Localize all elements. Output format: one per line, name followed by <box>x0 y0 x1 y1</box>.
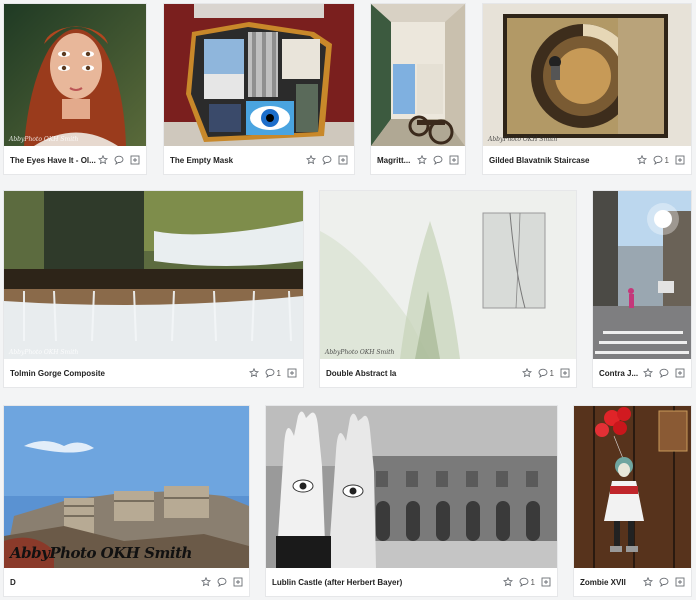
photo-card[interactable]: AbbyPhoto OKH Smith Gilded Blavatnik Sta… <box>483 4 691 174</box>
photo-title[interactable]: Contra J... <box>593 369 643 378</box>
star-icon[interactable] <box>417 155 427 165</box>
comment-button[interactable]: 1 <box>519 577 535 587</box>
photo-caption: Gilded Blavatnik Staircase 1 <box>483 146 691 174</box>
comment-bubble-icon[interactable] <box>322 155 332 165</box>
photo-caption: Zombie XVII <box>574 568 691 596</box>
comment-button[interactable]: 1 <box>653 155 669 165</box>
star-icon[interactable] <box>502 577 513 587</box>
photo-title[interactable]: The Eyes Have It - Ol... <box>4 156 98 165</box>
comment-count: 1 <box>549 368 554 378</box>
comment-bubble-icon <box>519 577 528 587</box>
comment-bubble-icon[interactable] <box>659 577 669 587</box>
photo-watermark: AbbyPhoto OKH Smith <box>325 349 395 356</box>
comment-bubble-icon <box>538 368 547 378</box>
star-icon[interactable] <box>521 368 532 378</box>
photo-title[interactable]: Gilded Blavatnik Staircase <box>483 156 637 165</box>
photo-card[interactable]: The Empty Mask <box>164 4 354 174</box>
add-to-gallery-icon[interactable] <box>675 155 685 165</box>
photo-thumbnail[interactable] <box>266 406 557 568</box>
add-to-gallery-icon[interactable] <box>287 368 297 378</box>
photo-thumbnail[interactable] <box>164 4 354 146</box>
photo-thumbnail[interactable]: AbbyPhoto OKH Smith <box>320 191 576 359</box>
add-to-gallery-icon[interactable] <box>541 577 551 587</box>
photo-card[interactable]: Contra J... <box>593 191 691 387</box>
add-to-gallery-icon[interactable] <box>130 155 140 165</box>
photo-caption: Contra J... <box>593 359 691 387</box>
photo-caption: D <box>4 568 249 596</box>
photo-thumbnail[interactable]: AbbyPhoto OKH Smith <box>483 4 691 146</box>
photo-caption: Double Abstract Ia 1 <box>320 359 576 387</box>
add-to-gallery-icon[interactable] <box>338 155 348 165</box>
add-to-gallery-icon[interactable] <box>233 577 243 587</box>
star-icon[interactable] <box>201 577 211 587</box>
comment-button[interactable]: 1 <box>265 368 281 378</box>
photo-title[interactable]: Lublin Castle (after Herbert Bayer) <box>266 578 503 587</box>
photo-watermark: AbbyPhoto OKH Smith <box>9 136 79 143</box>
star-icon[interactable] <box>643 368 653 378</box>
photo-thumbnail[interactable]: AbbyPhoto OKH Smith <box>4 406 249 568</box>
photo-title[interactable]: D <box>4 578 201 587</box>
photo-thumbnail[interactable]: AbbyPhoto OKH Smith <box>4 191 303 359</box>
photo-title[interactable]: The Empty Mask <box>164 156 306 165</box>
photo-card[interactable]: AbbyPhoto OKH Smith D <box>4 406 249 596</box>
comment-bubble-icon[interactable] <box>433 155 443 165</box>
star-icon[interactable] <box>98 155 108 165</box>
photo-caption: Tolmin Gorge Composite 1 <box>4 359 303 387</box>
photo-thumbnail[interactable]: AbbyPhoto OKH Smith <box>4 4 146 146</box>
comment-button[interactable]: 1 <box>538 368 554 378</box>
photo-caption: Lublin Castle (after Herbert Bayer) 1 <box>266 568 557 596</box>
star-icon[interactable] <box>306 155 316 165</box>
photo-caption: The Eyes Have It - Ol... <box>4 146 146 174</box>
comment-bubble-icon[interactable] <box>114 155 124 165</box>
star-icon[interactable] <box>636 155 647 165</box>
photo-thumbnail[interactable] <box>574 406 691 568</box>
photo-card[interactable]: Magritt... <box>371 4 465 174</box>
photo-title[interactable]: Double Abstract Ia <box>320 369 522 378</box>
comment-bubble-icon[interactable] <box>217 577 227 587</box>
add-to-gallery-icon[interactable] <box>560 368 570 378</box>
photo-title[interactable]: Tolmin Gorge Composite <box>4 369 249 378</box>
comment-bubble-icon <box>265 368 274 378</box>
photo-caption: The Empty Mask <box>164 146 354 174</box>
comment-bubble-icon <box>653 155 662 165</box>
photo-watermark: AbbyPhoto OKH Smith <box>488 136 558 143</box>
photo-watermark: AbbyPhoto OKH Smith <box>9 349 79 356</box>
photo-title[interactable]: Zombie XVII <box>574 578 643 587</box>
add-to-gallery-icon[interactable] <box>675 368 685 378</box>
comment-count: 1 <box>276 368 281 378</box>
photo-card[interactable]: AbbyPhoto OKH Smith Tolmin Gorge Composi… <box>4 191 303 387</box>
photo-card[interactable]: Zombie XVII <box>574 406 691 596</box>
star-icon[interactable] <box>248 368 259 378</box>
add-to-gallery-icon[interactable] <box>675 577 685 587</box>
photo-card[interactable]: Lublin Castle (after Herbert Bayer) 1 <box>266 406 557 596</box>
comment-bubble-icon[interactable] <box>659 368 669 378</box>
comment-count: 1 <box>530 577 535 587</box>
photo-thumbnail[interactable] <box>593 191 691 359</box>
photo-thumbnail[interactable] <box>371 4 465 146</box>
comment-count: 1 <box>664 155 669 165</box>
star-icon[interactable] <box>643 577 653 587</box>
add-to-gallery-icon[interactable] <box>449 155 459 165</box>
photo-title[interactable]: Magritt... <box>371 156 417 165</box>
photo-caption: Magritt... <box>371 146 465 174</box>
photo-card[interactable]: AbbyPhoto OKH Smith Double Abstract Ia 1 <box>320 191 576 387</box>
photo-watermark: AbbyPhoto OKH Smith <box>10 544 192 562</box>
photo-card[interactable]: AbbyPhoto OKH Smith The Eyes Have It - O… <box>4 4 146 174</box>
